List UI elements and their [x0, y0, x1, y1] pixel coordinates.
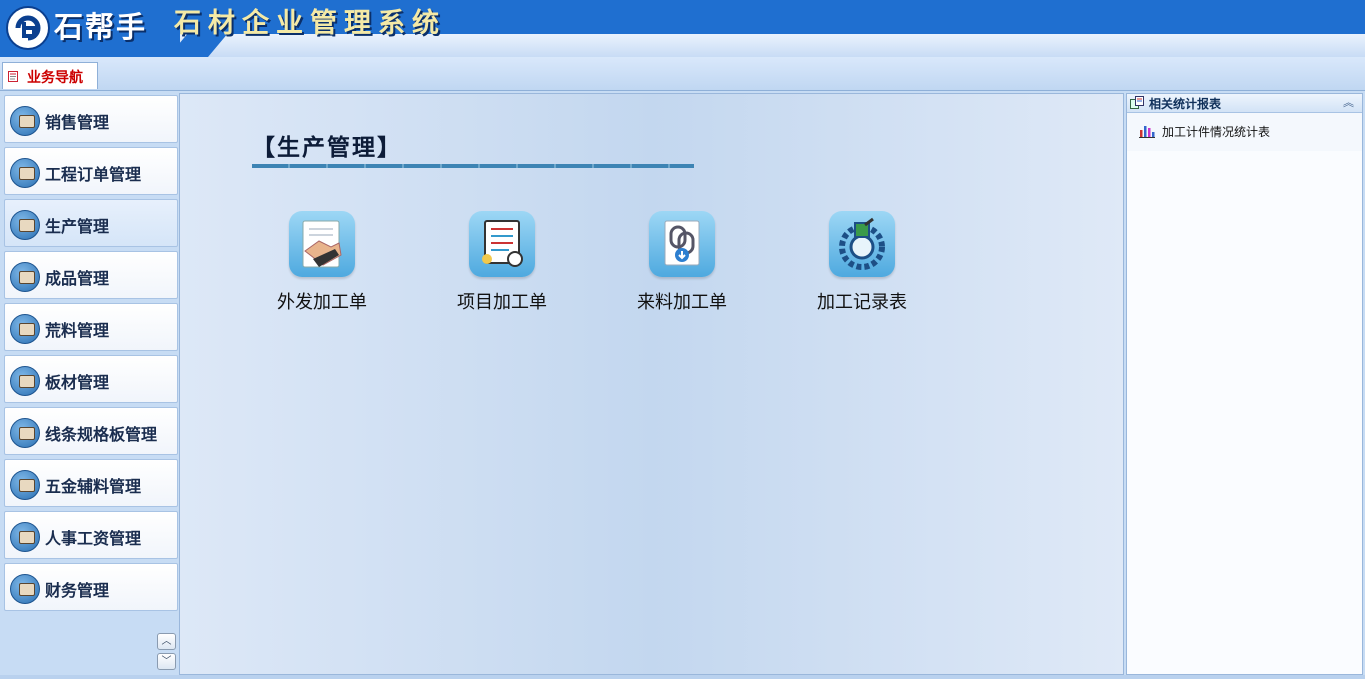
function-label: 加工记录表: [817, 292, 907, 313]
sidebar-item-moulding-spec[interactable]: 线条规格板管理: [4, 407, 178, 455]
app-logo: [6, 6, 50, 50]
sidebar-item-label: 工程订单管理: [45, 165, 142, 184]
hardware-icon: [10, 470, 40, 500]
sidebar-item-finished-goods[interactable]: 成品管理: [4, 251, 178, 299]
raw-blocks-icon: [10, 314, 40, 344]
sidebar-item-production[interactable]: 生产管理: [4, 199, 178, 247]
notepad-icon: [8, 71, 18, 82]
outsourced-processing-order-button[interactable]: 外发加工单: [252, 209, 392, 319]
sidebar-item-hardware[interactable]: 五金辅料管理: [4, 459, 178, 507]
sidebar-scroll-down-button[interactable]: ﹀: [157, 653, 176, 670]
report-list: 加工计件情况统计表: [1127, 113, 1362, 151]
sidebar-item-label: 财务管理: [45, 581, 110, 600]
sidebar-item-finance[interactable]: 财务管理: [4, 563, 178, 611]
related-reports-panel: 相关统计报表 ︽ 加工计件情况统计表: [1126, 93, 1363, 675]
chain-link-download-icon: [649, 211, 715, 277]
handshake-contract-icon: [289, 211, 355, 277]
related-reports-header[interactable]: 相关统计报表 ︽: [1127, 94, 1362, 113]
tab-label: 业务导航: [27, 70, 83, 86]
sidebar-scroll-up-button[interactable]: ︿: [157, 633, 176, 650]
hr-payroll-icon: [10, 522, 40, 552]
main-panel: 【生产管理】 外发加工单 项目加工单 来料加工单 加工记录表: [179, 93, 1124, 675]
sidebar-item-slabs[interactable]: 板材管理: [4, 355, 178, 403]
app-title: 石材企业管理系统: [174, 8, 446, 39]
sales-icon: [10, 106, 40, 136]
collapse-icon[interactable]: ︽: [1343, 94, 1354, 110]
document-clock-icon: [469, 211, 535, 277]
bottom-edge: [0, 675, 1365, 679]
app-header: 石帮手 石材企业管理系统: [0, 0, 1365, 57]
related-reports-title: 相关统计报表: [1149, 97, 1222, 111]
production-icon: [10, 210, 40, 240]
tab-business-nav[interactable]: 业务导航: [2, 62, 98, 89]
sidebar-item-label: 人事工资管理: [45, 529, 142, 548]
sidebar-item-project-orders[interactable]: 工程订单管理: [4, 147, 178, 195]
project-orders-icon: [10, 158, 40, 188]
finished-goods-icon: [10, 262, 40, 292]
sidebar-item-label: 线条规格板管理: [45, 425, 158, 444]
sidebar-item-hr-payroll[interactable]: 人事工资管理: [4, 511, 178, 559]
report-list-icon: [1130, 96, 1144, 109]
section-divider: [252, 164, 694, 168]
project-processing-order-button[interactable]: 项目加工单: [432, 209, 572, 319]
brand-name: 石帮手: [54, 10, 148, 44]
sidebar-item-label: 荒料管理: [45, 321, 110, 340]
sidebar-item-label: 板材管理: [45, 373, 110, 392]
finance-icon: [10, 574, 40, 604]
sidebar-item-label: 生产管理: [45, 217, 110, 236]
function-label: 来料加工单: [637, 292, 727, 313]
processing-record-button[interactable]: 加工记录表: [792, 209, 932, 319]
sidebar-item-label: 成品管理: [45, 269, 110, 288]
sidebar-item-raw-blocks[interactable]: 荒料管理: [4, 303, 178, 351]
bar-chart-icon: [1139, 126, 1155, 138]
function-label: 项目加工单: [457, 292, 547, 313]
sidebar-item-label: 销售管理: [45, 113, 110, 132]
slabs-icon: [10, 366, 40, 396]
sidebar-item-label: 五金辅料管理: [45, 477, 142, 496]
function-label: 外发加工单: [277, 292, 367, 313]
gear-record-icon: [829, 211, 895, 277]
incoming-material-processing-order-button[interactable]: 来料加工单: [612, 209, 752, 319]
section-title: 【生产管理】: [252, 134, 402, 161]
moulding-spec-icon: [10, 418, 40, 448]
report-link-label: 加工计件情况统计表: [1162, 125, 1271, 139]
sidebar-item-sales[interactable]: 销售管理: [4, 95, 178, 143]
tab-strip: 业务导航: [0, 57, 1365, 91]
sidebar: 销售管理 工程订单管理 生产管理 成品管理 荒料管理 板材管理 线条规格板管理 …: [0, 91, 180, 679]
